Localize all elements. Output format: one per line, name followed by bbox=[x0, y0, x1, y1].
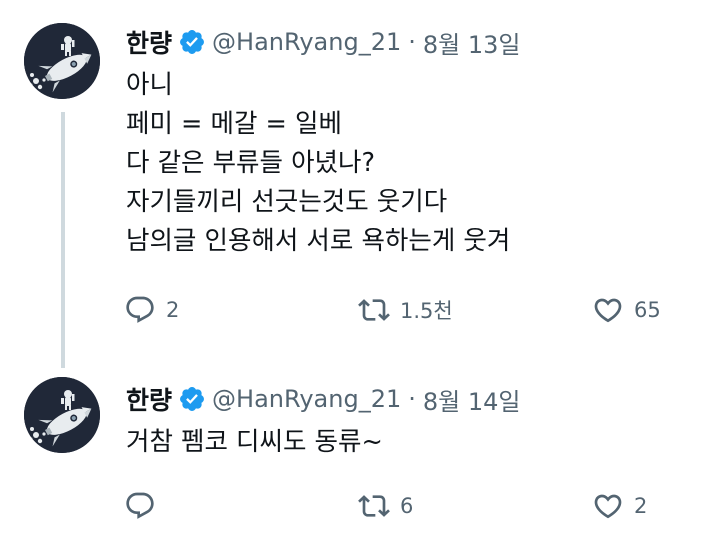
verified-badge-icon bbox=[180, 387, 204, 411]
like-count: 2 bbox=[634, 494, 648, 518]
tweet[interactable]: 한량 @HanRyang_21 · 8월 13일 아니 페미 = 메갈 = 일베… bbox=[0, 0, 719, 350]
heart-icon bbox=[594, 298, 622, 323]
retweet-button[interactable]: 1.5천 bbox=[358, 294, 453, 326]
tweet-date[interactable]: 8월 13일 bbox=[423, 25, 521, 60]
reply-icon bbox=[126, 492, 154, 519]
avatar[interactable] bbox=[24, 23, 100, 99]
tweet-header: 한량 @HanRyang_21 · 8월 14일 bbox=[126, 381, 521, 417]
reply-count: 2 bbox=[166, 298, 180, 322]
reply-button[interactable]: 2 bbox=[124, 294, 179, 326]
retweet-count: 1.5천 bbox=[400, 299, 453, 323]
tweet-text: 거참 펨코 디씨도 동류~ bbox=[126, 423, 383, 462]
tweet-actions: 6 2 bbox=[0, 490, 719, 530]
user-handle[interactable]: @HanRyang_21 bbox=[212, 28, 401, 56]
tweet-date[interactable]: 8월 14일 bbox=[423, 382, 521, 417]
tweet-text-line: 페미 = 메갈 = 일베 bbox=[126, 109, 342, 139]
avatar[interactable] bbox=[24, 377, 100, 453]
user-handle[interactable]: @HanRyang_21 bbox=[212, 385, 401, 413]
tweet-text-line: 다 같은 부류들 아녔나? bbox=[126, 148, 375, 178]
tweet-actions: 2 1.5천 65 bbox=[0, 294, 719, 334]
tweet-header: 한량 @HanRyang_21 · 8월 13일 bbox=[126, 24, 521, 60]
retweet-icon bbox=[358, 495, 390, 517]
verified-badge-icon bbox=[180, 30, 204, 54]
tweet-text-line: 아니 bbox=[126, 70, 173, 100]
separator-dot: · bbox=[408, 385, 416, 413]
display-name[interactable]: 한량 bbox=[126, 24, 172, 60]
rocket-astronaut-avatar-icon bbox=[24, 377, 100, 453]
heart-icon bbox=[594, 494, 622, 519]
reply-icon bbox=[126, 296, 154, 323]
retweet-icon bbox=[358, 299, 390, 321]
tweet-text-line: 남의글 인용해서 서로 욕하는게 웃겨 bbox=[126, 226, 511, 256]
tweet-text: 아니 페미 = 메갈 = 일베 다 같은 부류들 아녔나? 자기들끼리 선긋는것… bbox=[126, 66, 510, 261]
like-button[interactable]: 2 bbox=[592, 490, 647, 522]
like-count: 65 bbox=[634, 298, 661, 322]
retweet-button[interactable]: 6 bbox=[358, 490, 413, 522]
tweet-text-line: 자기들끼리 선긋는것도 웃기다 bbox=[126, 187, 448, 217]
separator-dot: · bbox=[408, 28, 416, 56]
like-button[interactable]: 65 bbox=[592, 294, 661, 326]
tweet-text-line: 거참 펨코 디씨도 동류~ bbox=[126, 427, 383, 457]
display-name[interactable]: 한량 bbox=[126, 381, 172, 417]
retweet-count: 6 bbox=[400, 494, 414, 518]
reply-button[interactable] bbox=[124, 490, 166, 522]
rocket-astronaut-avatar-icon bbox=[24, 23, 100, 99]
